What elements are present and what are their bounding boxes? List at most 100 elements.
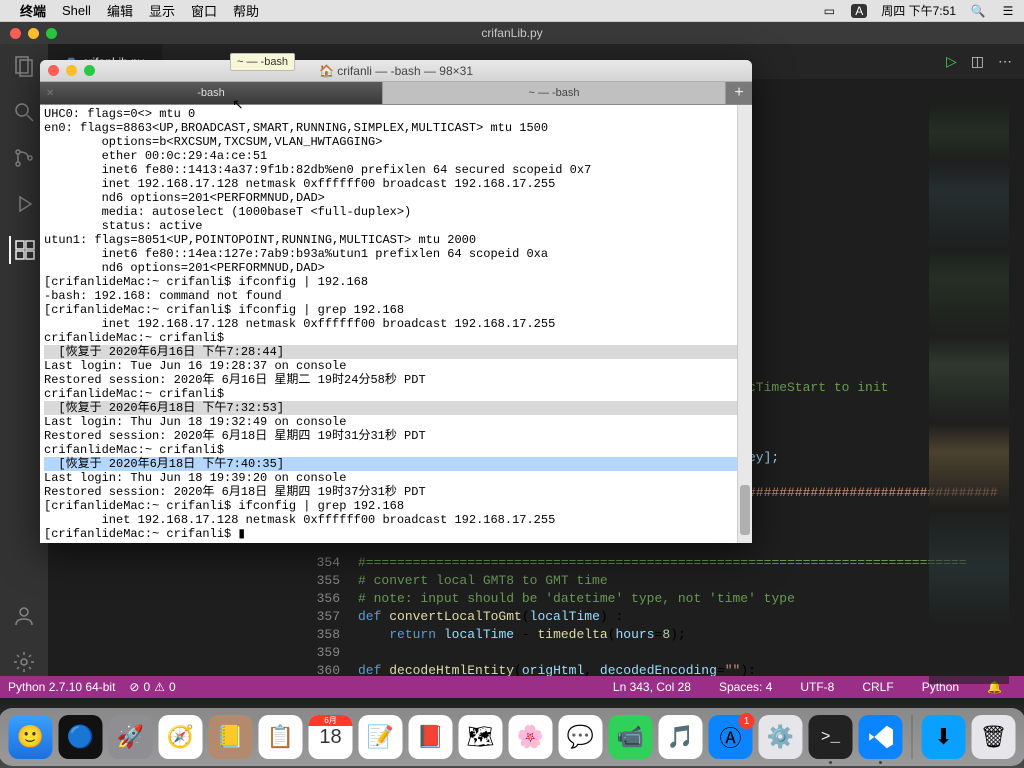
terminal-line: Restored session: 2020年 6月18日 星期四 19时31分…: [44, 429, 748, 443]
zoom-icon[interactable]: [84, 65, 95, 76]
run-icon[interactable]: ▷: [946, 53, 957, 70]
code-line: 360def decodeHtmlEntity(origHtml, decode…: [308, 662, 967, 676]
close-icon[interactable]: [10, 28, 21, 39]
terminal-line: Restored session: 2020年 6月18日 星期四 19时37分…: [44, 485, 748, 499]
terminal-line: media: autoselect (1000baseT <full-duple…: [44, 205, 748, 219]
terminal-line: crifanlideMac:~ crifanli$: [44, 331, 748, 345]
close-icon[interactable]: [48, 65, 59, 76]
explorer-icon[interactable]: [10, 52, 38, 80]
badge: 1: [739, 713, 755, 729]
zoom-icon[interactable]: [46, 28, 57, 39]
code-fragment: ey];: [748, 449, 779, 467]
dock-app-downloads[interactable]: ⬇: [922, 715, 966, 759]
status-python[interactable]: Python 2.7.10 64-bit: [8, 680, 115, 694]
terminal-line: status: active: [44, 219, 748, 233]
search-icon[interactable]: [10, 98, 38, 126]
terminal-line: Last login: Tue Jun 16 19:28:37 on conso…: [44, 359, 748, 373]
dock-app-photos[interactable]: 🌸: [509, 715, 553, 759]
tab-close-icon[interactable]: ✕: [46, 88, 54, 99]
more-icon[interactable]: ⋯: [998, 53, 1012, 70]
terminal-line: UHC0: flags=0<> mtu 0: [44, 107, 748, 121]
settings-gear-icon[interactable]: [10, 648, 38, 676]
dock-app-itunes[interactable]: 🎵: [659, 715, 703, 759]
code-line: 358 return localTime - timedelta(hours=8…: [308, 626, 967, 644]
code-line: 357def convertLocalToGmt(localTime) :: [308, 608, 967, 626]
scroll-thumb[interactable]: [740, 485, 750, 535]
terminal-line: inet6 fe80::14ea:127e:7ab9:b93a%utun1 pr…: [44, 247, 748, 261]
minimize-icon[interactable]: [28, 28, 39, 39]
terminal-line: [crifanlideMac:~ crifanli$ ifconfig | 19…: [44, 275, 748, 289]
menu-window[interactable]: 窗口: [191, 1, 217, 20]
dock-app-vscode[interactable]: [859, 715, 903, 759]
status-ln-col[interactable]: Ln 343, Col 28: [613, 680, 691, 694]
dock-app-safari[interactable]: 🧭: [159, 715, 203, 759]
terminal-tab-bash1[interactable]: ✕ -bash: [40, 82, 383, 104]
extensions-icon[interactable]: [9, 236, 37, 264]
terminal-line: Restored session: 2020年 6月16日 星期二 19时24分…: [44, 373, 748, 387]
terminal-line: crifanlideMac:~ crifanli$: [44, 387, 748, 401]
dock-app-dictionary[interactable]: 📕: [409, 715, 453, 759]
vscode-statusbar: Python 2.7.10 64-bit ⊘ 0 ⚠ 0 Ln 343, Col…: [0, 676, 1024, 698]
vscode-titlebar[interactable]: crifanLib.py: [0, 22, 1024, 44]
code-fragment: cTimeStart to init: [748, 379, 888, 397]
menubar-clock[interactable]: 周四 下午7:51: [881, 2, 956, 19]
minimize-icon[interactable]: [66, 65, 77, 76]
dock-app-trash[interactable]: 🗑: [972, 715, 1016, 759]
status-spaces[interactable]: Spaces: 4: [719, 680, 772, 694]
terminal-line: inet 192.168.17.128 netmask 0xffffff00 b…: [44, 177, 748, 191]
terminal-line: inet6 fe80::1413:4a37:9f1b:82db%en0 pref…: [44, 163, 748, 177]
code-line: 356# note: input should be 'datetime' ty…: [308, 590, 967, 608]
dock-app-maps[interactable]: 🗺: [459, 715, 503, 759]
menu-list-icon[interactable]: ☰: [1000, 4, 1016, 18]
dock-app-terminal[interactable]: >_: [809, 715, 853, 759]
dock-app-reminders[interactable]: 📋: [259, 715, 303, 759]
debug-icon[interactable]: [10, 190, 38, 218]
terminal-line: crifanlideMac:~ crifanli$: [44, 443, 748, 457]
menu-app[interactable]: 终端: [20, 1, 46, 20]
dock-app-messages[interactable]: 💬: [559, 715, 603, 759]
dock-app-settings[interactable]: ⚙️: [759, 715, 803, 759]
code-line: 359: [308, 644, 967, 662]
account-icon[interactable]: [10, 602, 38, 630]
spotlight-icon[interactable]: 🔍: [970, 4, 986, 18]
dock-app-calendar[interactable]: 6月18: [309, 715, 353, 759]
dock-app-appstore[interactable]: Ⓐ1: [709, 715, 753, 759]
status-eol[interactable]: CRLF: [862, 680, 893, 694]
menu-help[interactable]: 帮助: [233, 1, 259, 20]
minimap[interactable]: [929, 104, 1009, 684]
terminal-titlebar[interactable]: 🏠 crifanli — -bash — 98×31: [40, 60, 752, 82]
terminal-scrollbar[interactable]: [737, 105, 752, 543]
terminal-output[interactable]: UHC0: flags=0<> mtu 0en0: flags=8863<UP,…: [40, 105, 752, 543]
source-control-icon[interactable]: [10, 144, 38, 172]
menu-shell[interactable]: Shell: [62, 3, 91, 18]
terminal-line: [crifanlideMac:~ crifanli$ ▮: [44, 527, 748, 541]
dock-app-launchpad[interactable]: 🚀: [109, 715, 153, 759]
terminal-line: utun1: flags=8051<UP,POINTOPOINT,RUNNING…: [44, 233, 748, 247]
terminal-tabs: ✕ -bash ~ — -bash +: [40, 82, 752, 105]
status-encoding[interactable]: UTF-8: [800, 680, 834, 694]
terminal-line: options=b<RXCSUM,TXCSUM,VLAN_HWTAGGING>: [44, 135, 748, 149]
terminal-title: 🏠 crifanli — -bash — 98×31: [319, 64, 473, 78]
dock-app-finder[interactable]: 🙂: [9, 715, 53, 759]
split-editor-icon[interactable]: ◫: [971, 53, 984, 70]
terminal-new-tab[interactable]: +: [726, 82, 752, 104]
terminal-line: inet 192.168.17.128 netmask 0xffffff00 b…: [44, 513, 748, 527]
dock-app-siri[interactable]: 🔵: [59, 715, 103, 759]
dock-app-contacts[interactable]: 📒: [209, 715, 253, 759]
code-line: 354#====================================…: [308, 554, 967, 572]
menu-view[interactable]: 显示: [149, 1, 175, 20]
tab-tooltip: ~ — -bash: [230, 53, 295, 71]
screen-share-icon[interactable]: ▭: [821, 4, 837, 18]
terminal-line: Last login: Thu Jun 18 19:32:49 on conso…: [44, 415, 748, 429]
terminal-tab-bash2[interactable]: ~ — -bash: [383, 82, 726, 104]
status-problems[interactable]: ⊘ 0 ⚠ 0: [129, 680, 175, 694]
terminal-line: [恢复于 2020年6月18日 下午7:40:35]: [44, 457, 748, 471]
terminal-line: en0: flags=8863<UP,BROADCAST,SMART,RUNNI…: [44, 121, 748, 135]
cursor-icon: ↖: [232, 96, 244, 113]
input-source-icon[interactable]: A: [851, 4, 867, 18]
menu-edit[interactable]: 编辑: [107, 1, 133, 20]
terminal-line: [恢复于 2020年6月18日 下午7:32:53]: [44, 401, 748, 415]
dock-app-facetime[interactable]: 📹: [609, 715, 653, 759]
dock-app-notes[interactable]: 📝: [359, 715, 403, 759]
macos-menubar: 终端 Shell 编辑 显示 窗口 帮助 ▭ A 周四 下午7:51 🔍 ☰: [0, 0, 1024, 22]
